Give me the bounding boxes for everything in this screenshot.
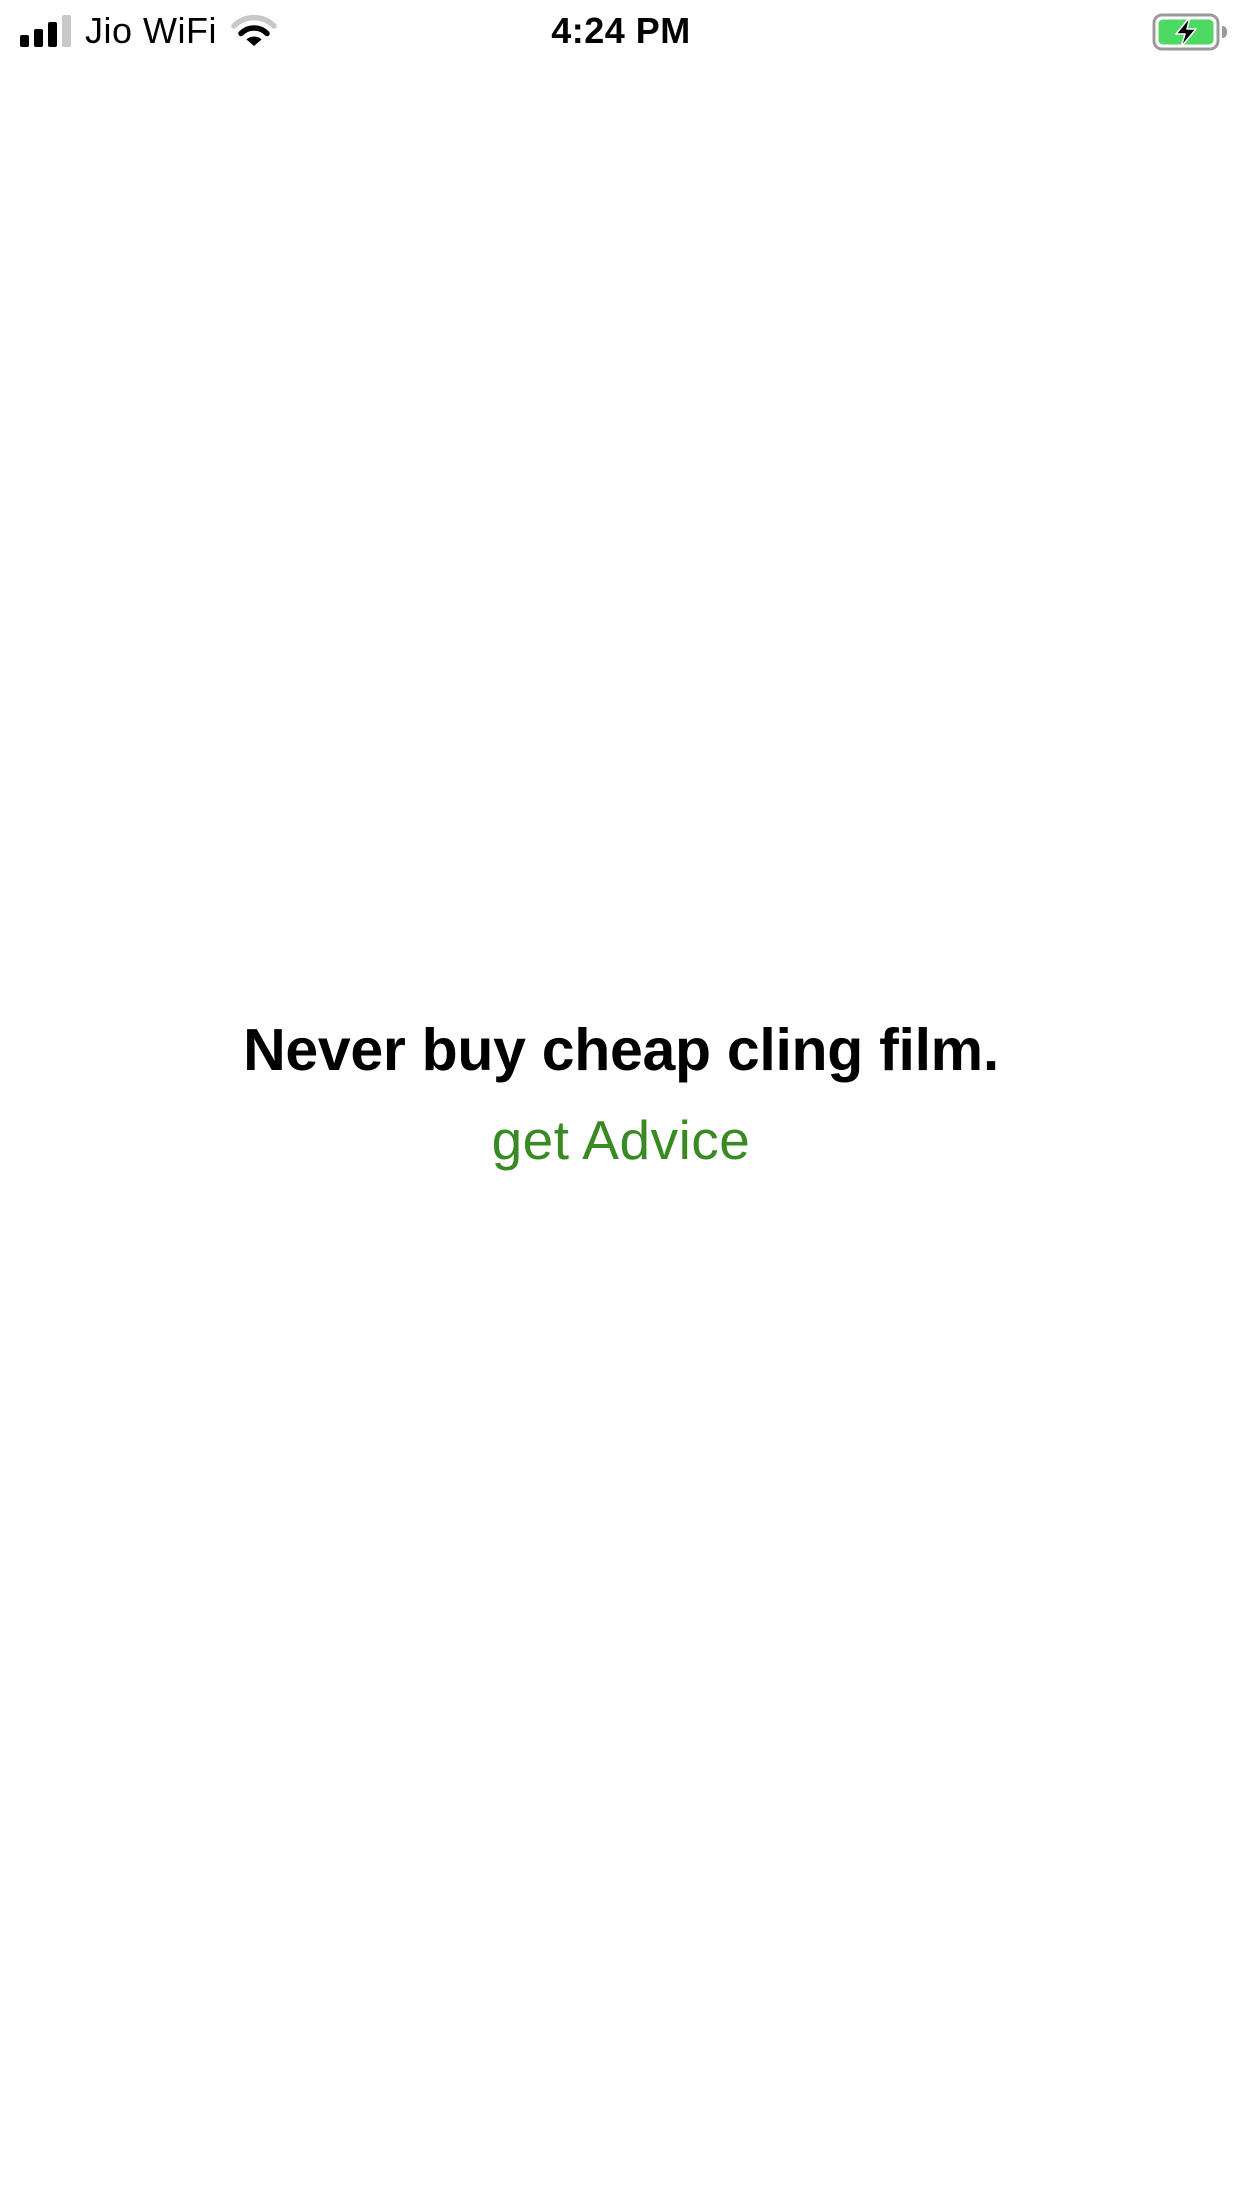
battery-charging-icon (1152, 13, 1227, 51)
status-time: 4:24 PM (551, 10, 691, 51)
status-bar: Jio WiFi 4:24 PM (0, 0, 1242, 62)
advice-text: Never buy cheap cling film. (243, 1017, 999, 1083)
get-advice-button[interactable]: get Advice (484, 1102, 759, 1178)
advice-panel: Never buy cheap cling film. get Advice (0, 1010, 1242, 1178)
